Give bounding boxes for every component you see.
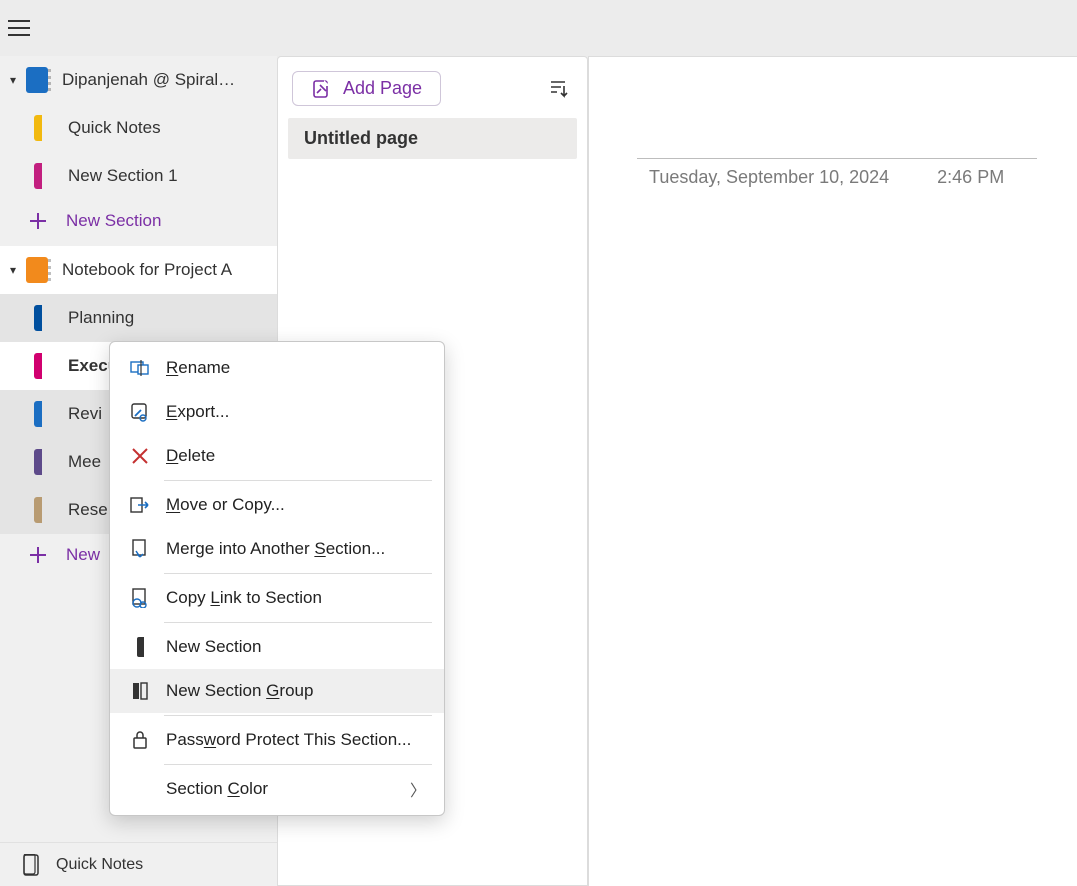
ctx-new-section-group[interactable]: New Section Group — [110, 669, 444, 713]
page-title: Untitled page — [304, 128, 418, 148]
ctx-password-protect[interactable]: Password Protect This Section... — [110, 718, 444, 762]
hamburger-menu-icon[interactable] — [8, 20, 30, 36]
chevron-right-icon: 〉 — [410, 777, 426, 801]
copy-link-icon — [128, 588, 152, 608]
page-time: 2:46 PM — [937, 167, 1004, 188]
page-item[interactable]: Untitled page — [288, 118, 577, 159]
section-label: Planning — [68, 308, 134, 328]
section-quick-notes[interactable]: Quick Notes — [0, 104, 277, 152]
section-group-icon — [128, 681, 152, 701]
ctx-section-color[interactable]: Section Color 〉 — [110, 767, 444, 811]
separator — [164, 480, 432, 481]
section-icon — [128, 637, 152, 657]
ctx-merge[interactable]: Merge into Another Section... — [110, 527, 444, 571]
section-label: Revi — [68, 404, 102, 424]
ctx-delete[interactable]: Delete — [110, 434, 444, 478]
separator — [164, 622, 432, 623]
quick-notes-footer[interactable]: Quick Notes — [0, 842, 277, 886]
sort-icon — [549, 80, 569, 98]
page-icon — [22, 854, 42, 876]
ctx-label: Export... — [166, 402, 229, 422]
separator — [164, 764, 432, 765]
section-label: Mee — [68, 452, 101, 472]
notebook-header-personal[interactable]: ▾ Dipanjenah @ Spiral… — [0, 56, 277, 104]
ctx-label: Move or Copy... — [166, 495, 285, 515]
section-label: Quick Notes — [68, 118, 161, 138]
page-title-input[interactable] — [637, 129, 1037, 159]
section-color-tab — [34, 449, 42, 475]
quick-notes-label: Quick Notes — [56, 856, 143, 874]
section-color-tab — [34, 353, 42, 379]
section-color-tab — [34, 163, 42, 189]
ctx-label: Copy Link to Section — [166, 588, 322, 608]
page-canvas[interactable]: Tuesday, September 10, 2024 2:46 PM — [588, 56, 1077, 886]
ctx-export[interactable]: Export... — [110, 390, 444, 434]
new-section-label: New — [66, 545, 100, 565]
new-section-label: New Section — [66, 211, 161, 231]
section-color-tab — [34, 115, 42, 141]
ctx-label: New Section — [166, 637, 261, 657]
section-planning[interactable]: Planning — [0, 294, 277, 342]
section-color-tab — [34, 497, 42, 523]
plus-icon — [30, 547, 46, 563]
merge-icon — [128, 539, 152, 559]
rename-icon — [128, 359, 152, 377]
page-meta: Tuesday, September 10, 2024 2:46 PM — [649, 167, 1077, 188]
notebook-name: Notebook for Project A — [62, 260, 232, 280]
delete-icon — [128, 447, 152, 465]
ctx-label: New Section Group — [166, 681, 313, 701]
ctx-label: Delete — [166, 446, 215, 466]
ctx-label: Password Protect This Section... — [166, 730, 411, 750]
export-icon — [128, 402, 152, 422]
ctx-label: Section Color — [166, 779, 268, 799]
title-bar — [0, 0, 1077, 56]
ctx-rename[interactable]: Rename — [110, 346, 444, 390]
lock-icon — [128, 730, 152, 750]
notebook-icon — [26, 257, 48, 283]
move-copy-icon — [128, 496, 152, 514]
ctx-label: Rename — [166, 358, 230, 378]
section-color-tab — [34, 401, 42, 427]
sort-pages-button[interactable] — [545, 75, 573, 103]
ctx-new-section[interactable]: New Section — [110, 625, 444, 669]
plus-icon — [30, 213, 46, 229]
separator — [164, 715, 432, 716]
section-context-menu: Rename Export... Delete Move or Copy... … — [109, 341, 445, 816]
section-label: Rese — [68, 500, 108, 520]
ctx-label: Merge into Another Section... — [166, 539, 385, 559]
section-label: New Section 1 — [68, 166, 178, 186]
new-section-button[interactable]: New Section — [0, 200, 277, 242]
add-page-icon — [311, 79, 331, 99]
notebook-header-project-a[interactable]: ▾ Notebook for Project A — [0, 246, 277, 294]
add-page-label: Add Page — [343, 78, 422, 99]
section-new-section-1[interactable]: New Section 1 — [0, 152, 277, 200]
notebook-icon — [26, 67, 48, 93]
chevron-down-icon: ▾ — [6, 73, 20, 87]
section-color-tab — [34, 305, 42, 331]
notebook-name: Dipanjenah @ Spiral… — [62, 70, 235, 90]
add-page-button[interactable]: Add Page — [292, 71, 441, 106]
page-date: Tuesday, September 10, 2024 — [649, 167, 889, 188]
ctx-move-copy[interactable]: Move or Copy... — [110, 483, 444, 527]
chevron-down-icon: ▾ — [6, 263, 20, 277]
ctx-copy-link[interactable]: Copy Link to Section — [110, 576, 444, 620]
separator — [164, 573, 432, 574]
